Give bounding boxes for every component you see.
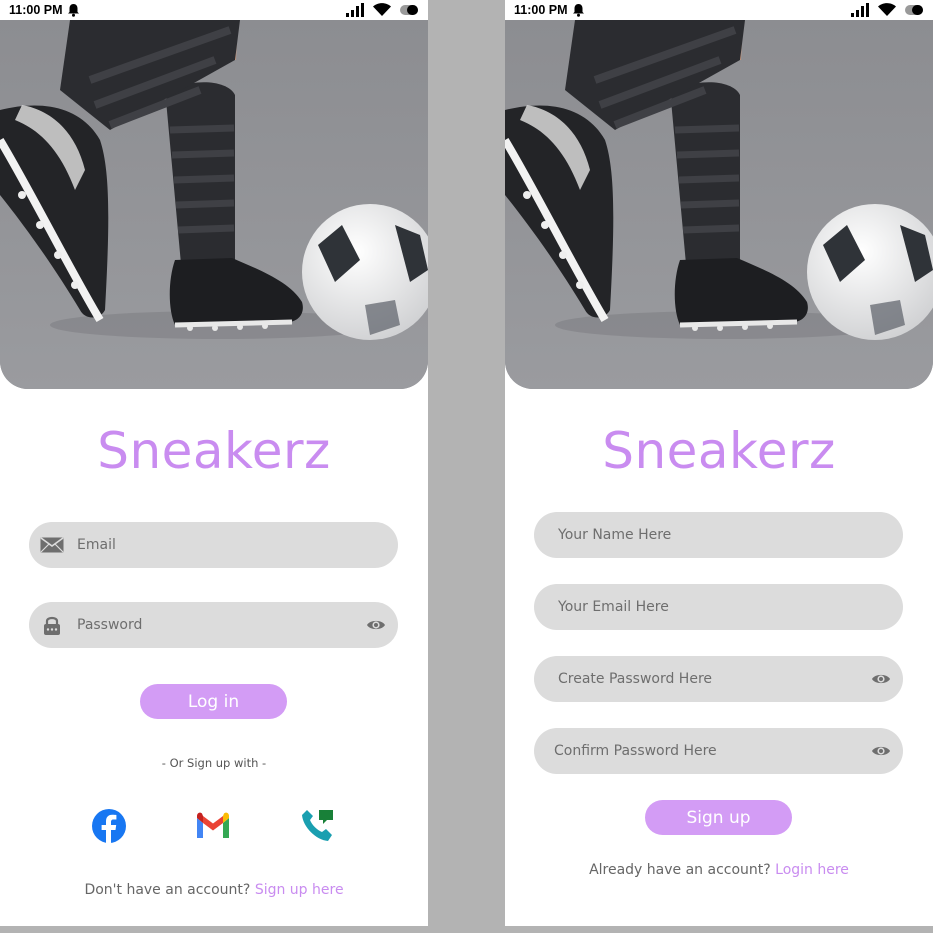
lock-icon: [40, 616, 64, 635]
notification-bell-icon: [572, 4, 584, 17]
signup-divider: - Or Sign up with -: [161, 756, 267, 770]
wifi-icon: [373, 3, 391, 16]
name-field[interactable]: Your Name Here: [534, 512, 903, 558]
email-placeholder: Your Email Here: [558, 599, 669, 615]
create-password-placeholder: Create Password Here: [558, 671, 713, 687]
notification-bell-icon: [67, 4, 79, 17]
password-field[interactable]: Password: [29, 602, 398, 648]
gmail-icon[interactable]: [195, 808, 231, 844]
signup-link[interactable]: Sign up here: [255, 882, 344, 898]
status-bar: 11:00 PM: [0, 0, 428, 20]
show-confirm-password-eye-icon[interactable]: [871, 742, 891, 760]
hero-image: [505, 20, 933, 389]
hero-image: [0, 20, 428, 389]
password-placeholder: Password: [77, 617, 143, 633]
login-footer-text: Already have an account?: [589, 862, 771, 878]
status-time: 11:00 PM: [9, 3, 63, 17]
confirm-password-field[interactable]: Confirm Password Here: [534, 728, 903, 774]
email-field[interactable]: Email: [29, 522, 398, 568]
signal-icon: [851, 3, 869, 17]
create-password-field[interactable]: Create Password Here: [534, 656, 903, 702]
show-password-eye-icon[interactable]: [366, 616, 386, 634]
brand-title: Sneakerz: [602, 422, 836, 480]
mail-icon: [40, 536, 64, 554]
facebook-icon[interactable]: [91, 808, 127, 844]
email-field[interactable]: Your Email Here: [534, 584, 903, 630]
show-password-eye-icon[interactable]: [871, 670, 891, 688]
login-screen: 11:00 PM Sneakerz Email Password Log in …: [0, 0, 428, 926]
status-bar: 11:00 PM: [505, 0, 933, 20]
wifi-icon: [878, 3, 896, 16]
login-footer: Already have an account? Login here: [505, 862, 933, 878]
signal-icon: [346, 3, 364, 17]
login-link[interactable]: Login here: [775, 862, 849, 878]
confirm-password-placeholder: Confirm Password Here: [554, 743, 717, 759]
signup-footer-text: Don't have an account?: [84, 882, 251, 898]
signup-footer: Don't have an account? Sign up here: [0, 882, 428, 898]
signup-screen: 11:00 PM Sneakerz Your Name Here Your Em…: [505, 0, 933, 926]
battery-icon: [905, 5, 923, 15]
email-placeholder: Email: [77, 537, 116, 553]
login-button[interactable]: Log in: [140, 684, 287, 719]
brand-title: Sneakerz: [97, 422, 331, 480]
signup-button[interactable]: Sign up: [645, 800, 792, 835]
battery-icon: [400, 5, 418, 15]
google-voice-icon[interactable]: [299, 808, 335, 844]
name-placeholder: Your Name Here: [558, 527, 672, 543]
status-time: 11:00 PM: [514, 3, 568, 17]
